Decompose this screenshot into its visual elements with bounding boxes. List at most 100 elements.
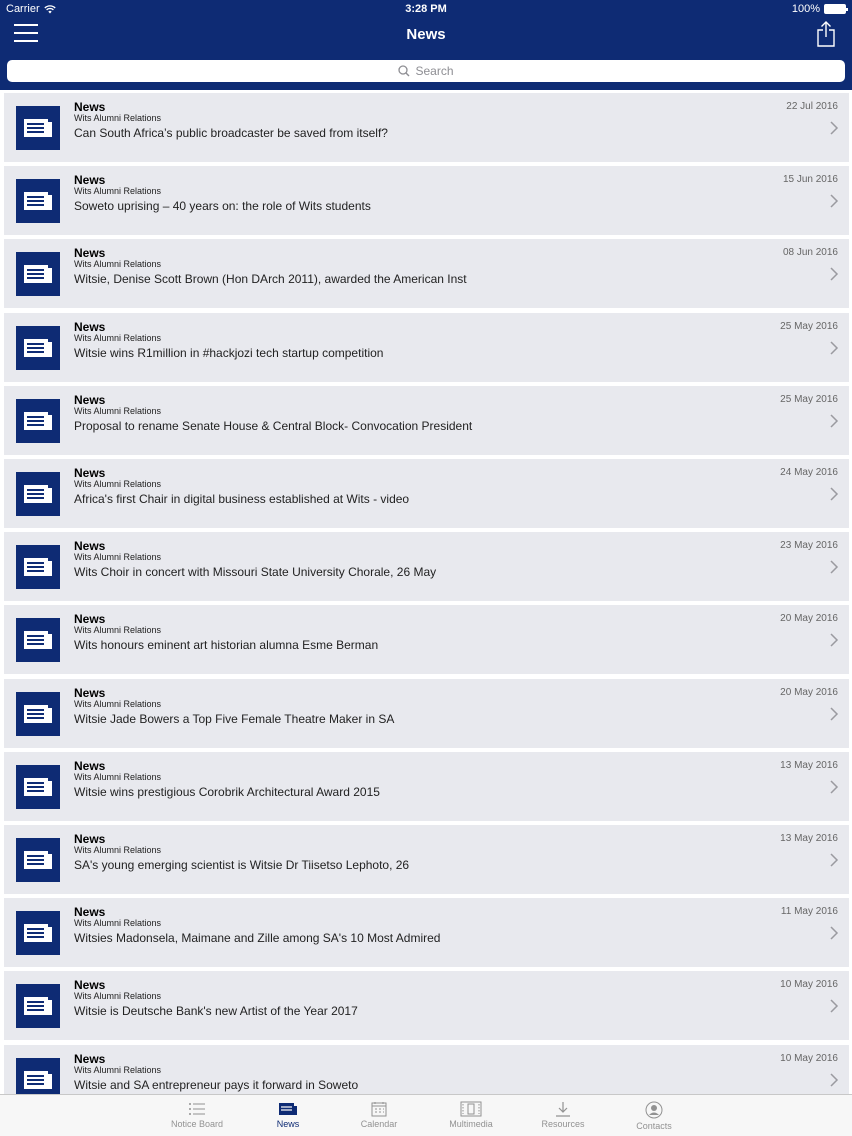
- item-date: 20 May 2016: [780, 686, 838, 698]
- chevron-right-icon: [830, 780, 839, 794]
- item-title: Can South Africa’s public broadcaster be…: [74, 126, 388, 140]
- news-list-item[interactable]: News Wits Alumni Relations Witsies Madon…: [4, 898, 849, 968]
- chevron-right-icon: [830, 414, 839, 428]
- news-list-item[interactable]: News Wits Alumni Relations Proposal to r…: [4, 385, 849, 455]
- newspaper-icon: [16, 691, 60, 736]
- item-type: News: [74, 392, 106, 407]
- item-type: News: [74, 246, 106, 261]
- news-list-item[interactable]: News Wits Alumni Relations Witsie and SA…: [4, 1044, 849, 1094]
- search-placeholder: Search: [415, 64, 454, 78]
- tab-label: Resources: [541, 1119, 585, 1129]
- item-type: News: [74, 905, 106, 920]
- item-source: Wits Alumni Relations: [74, 479, 162, 489]
- item-type: News: [74, 612, 106, 627]
- chevron-right-icon: [830, 707, 839, 721]
- tab-bar: Notice Board News Calendar Multimedia Re…: [0, 1094, 852, 1136]
- tab-contacts[interactable]: Contacts: [609, 1099, 699, 1135]
- item-source: Wits Alumni Relations: [74, 332, 162, 343]
- item-source: Wits Alumni Relations: [74, 845, 162, 855]
- news-list[interactable]: News Wits Alumni Relations Can South Afr…: [0, 90, 852, 1094]
- item-title: Witsie and SA entrepreneur pays it forwa…: [74, 1077, 359, 1092]
- newspaper-icon: [16, 252, 60, 297]
- status-bar: Carrier 3:28 PM 100%: [0, 0, 852, 18]
- item-type: News: [74, 685, 106, 700]
- item-date: 10 May 2016: [780, 1052, 838, 1064]
- item-source: Wits Alumni Relations: [74, 991, 162, 1002]
- item-source: Wits Alumni Relations: [74, 405, 162, 416]
- item-title: SA's young emerging scientist is Witsie …: [74, 858, 410, 872]
- item-source: Wits Alumni Relations: [74, 698, 162, 709]
- chevron-right-icon: [830, 1073, 839, 1087]
- header: Carrier 3:28 PM 100% News Search: [0, 0, 852, 90]
- news-list-item[interactable]: News Wits Alumni Relations Can South Afr…: [4, 93, 849, 162]
- calendar-icon: [334, 1101, 424, 1117]
- tab-notice-board[interactable]: Notice Board: [152, 1099, 242, 1135]
- item-date: 23 May 2016: [780, 540, 838, 552]
- share-icon[interactable]: [816, 21, 836, 47]
- download-icon: [518, 1101, 608, 1117]
- status-time: 3:28 PM: [405, 3, 447, 15]
- item-date: 11 May 2016: [780, 906, 838, 918]
- item-title: Witsie wins R1million in #hackjozi tech …: [74, 345, 384, 360]
- news-list-item[interactable]: News Wits Alumni Relations Witsie Jade B…: [4, 678, 849, 748]
- status-battery: 100%: [792, 3, 848, 15]
- item-title: Witsie wins prestigious Corobrik Archite…: [74, 784, 380, 799]
- chevron-right-icon: [830, 121, 839, 135]
- item-source: Wits Alumni Relations: [74, 1064, 162, 1075]
- item-type: News: [74, 100, 106, 114]
- newspaper-icon: [16, 984, 60, 1029]
- multimedia-icon: [426, 1101, 516, 1117]
- tab-calendar[interactable]: Calendar: [334, 1099, 424, 1135]
- chevron-right-icon: [830, 926, 839, 940]
- item-type: News: [74, 539, 106, 554]
- tab-multimedia[interactable]: Multimedia: [426, 1099, 516, 1135]
- news-list-item[interactable]: News Wits Alumni Relations SA's young em…: [4, 825, 849, 894]
- item-date: 13 May 2016: [780, 833, 838, 844]
- item-type: News: [74, 319, 106, 334]
- newspaper-icon: [16, 838, 60, 882]
- newspaper-icon: [16, 545, 60, 590]
- nav-bar: News: [0, 18, 852, 54]
- news-list-item[interactable]: News Wits Alumni Relations Wits Choir in…: [4, 532, 849, 602]
- chevron-right-icon: [830, 560, 839, 574]
- news-list-item[interactable]: News Wits Alumni Relations Soweto uprisi…: [4, 166, 849, 236]
- tab-label: Multimedia: [449, 1119, 493, 1129]
- page-title: News: [406, 26, 446, 43]
- newspaper-icon: [16, 106, 60, 150]
- item-type: News: [74, 832, 106, 846]
- contact-icon: [609, 1101, 699, 1119]
- search-input[interactable]: Search: [7, 60, 845, 82]
- newspaper-icon: [16, 911, 60, 956]
- tab-label: Contacts: [636, 1121, 672, 1131]
- chevron-right-icon: [830, 487, 839, 501]
- item-title: Witsie is Deutsche Bank's new Artist of …: [74, 1004, 358, 1019]
- newspaper-icon: [16, 325, 60, 370]
- item-date: 13 May 2016: [780, 759, 838, 771]
- news-list-item[interactable]: News Wits Alumni Relations Witsie, Denis…: [4, 239, 849, 309]
- news-list-item[interactable]: News Wits Alumni Relations Witsie is Deu…: [4, 971, 849, 1041]
- item-date: 25 May 2016: [780, 393, 838, 405]
- item-title: Soweto uprising – 40 years on: the role …: [74, 199, 371, 214]
- newspaper-icon: [16, 179, 60, 224]
- tab-news[interactable]: News: [243, 1099, 333, 1135]
- item-date: 10 May 2016: [780, 979, 838, 991]
- newspaper-icon: [16, 618, 60, 663]
- item-title: Wits honours eminent art historian alumn…: [74, 638, 379, 653]
- chevron-right-icon: [830, 853, 839, 867]
- news-list-item[interactable]: News Wits Alumni Relations Africa's firs…: [4, 459, 849, 528]
- item-source: Wits Alumni Relations: [74, 552, 162, 563]
- item-title: Witsie Jade Bowers a Top Five Female The…: [74, 711, 395, 726]
- chevron-right-icon: [830, 267, 839, 281]
- news-list-item[interactable]: News Wits Alumni Relations Witsie wins R…: [4, 312, 849, 382]
- tab-resources[interactable]: Resources: [518, 1099, 608, 1135]
- newspaper-icon: [243, 1101, 333, 1117]
- item-date: 25 May 2016: [780, 320, 838, 332]
- tab-label: Calendar: [360, 1119, 398, 1129]
- chevron-right-icon: [830, 194, 839, 208]
- item-date: 24 May 2016: [780, 467, 838, 478]
- item-source: Wits Alumni Relations: [74, 625, 162, 636]
- news-list-item[interactable]: News Wits Alumni Relations Witsie wins p…: [4, 751, 849, 821]
- item-source: Wits Alumni Relations: [74, 259, 162, 270]
- item-date: 08 Jun 2016: [782, 247, 838, 259]
- news-list-item[interactable]: News Wits Alumni Relations Wits honours …: [4, 605, 849, 675]
